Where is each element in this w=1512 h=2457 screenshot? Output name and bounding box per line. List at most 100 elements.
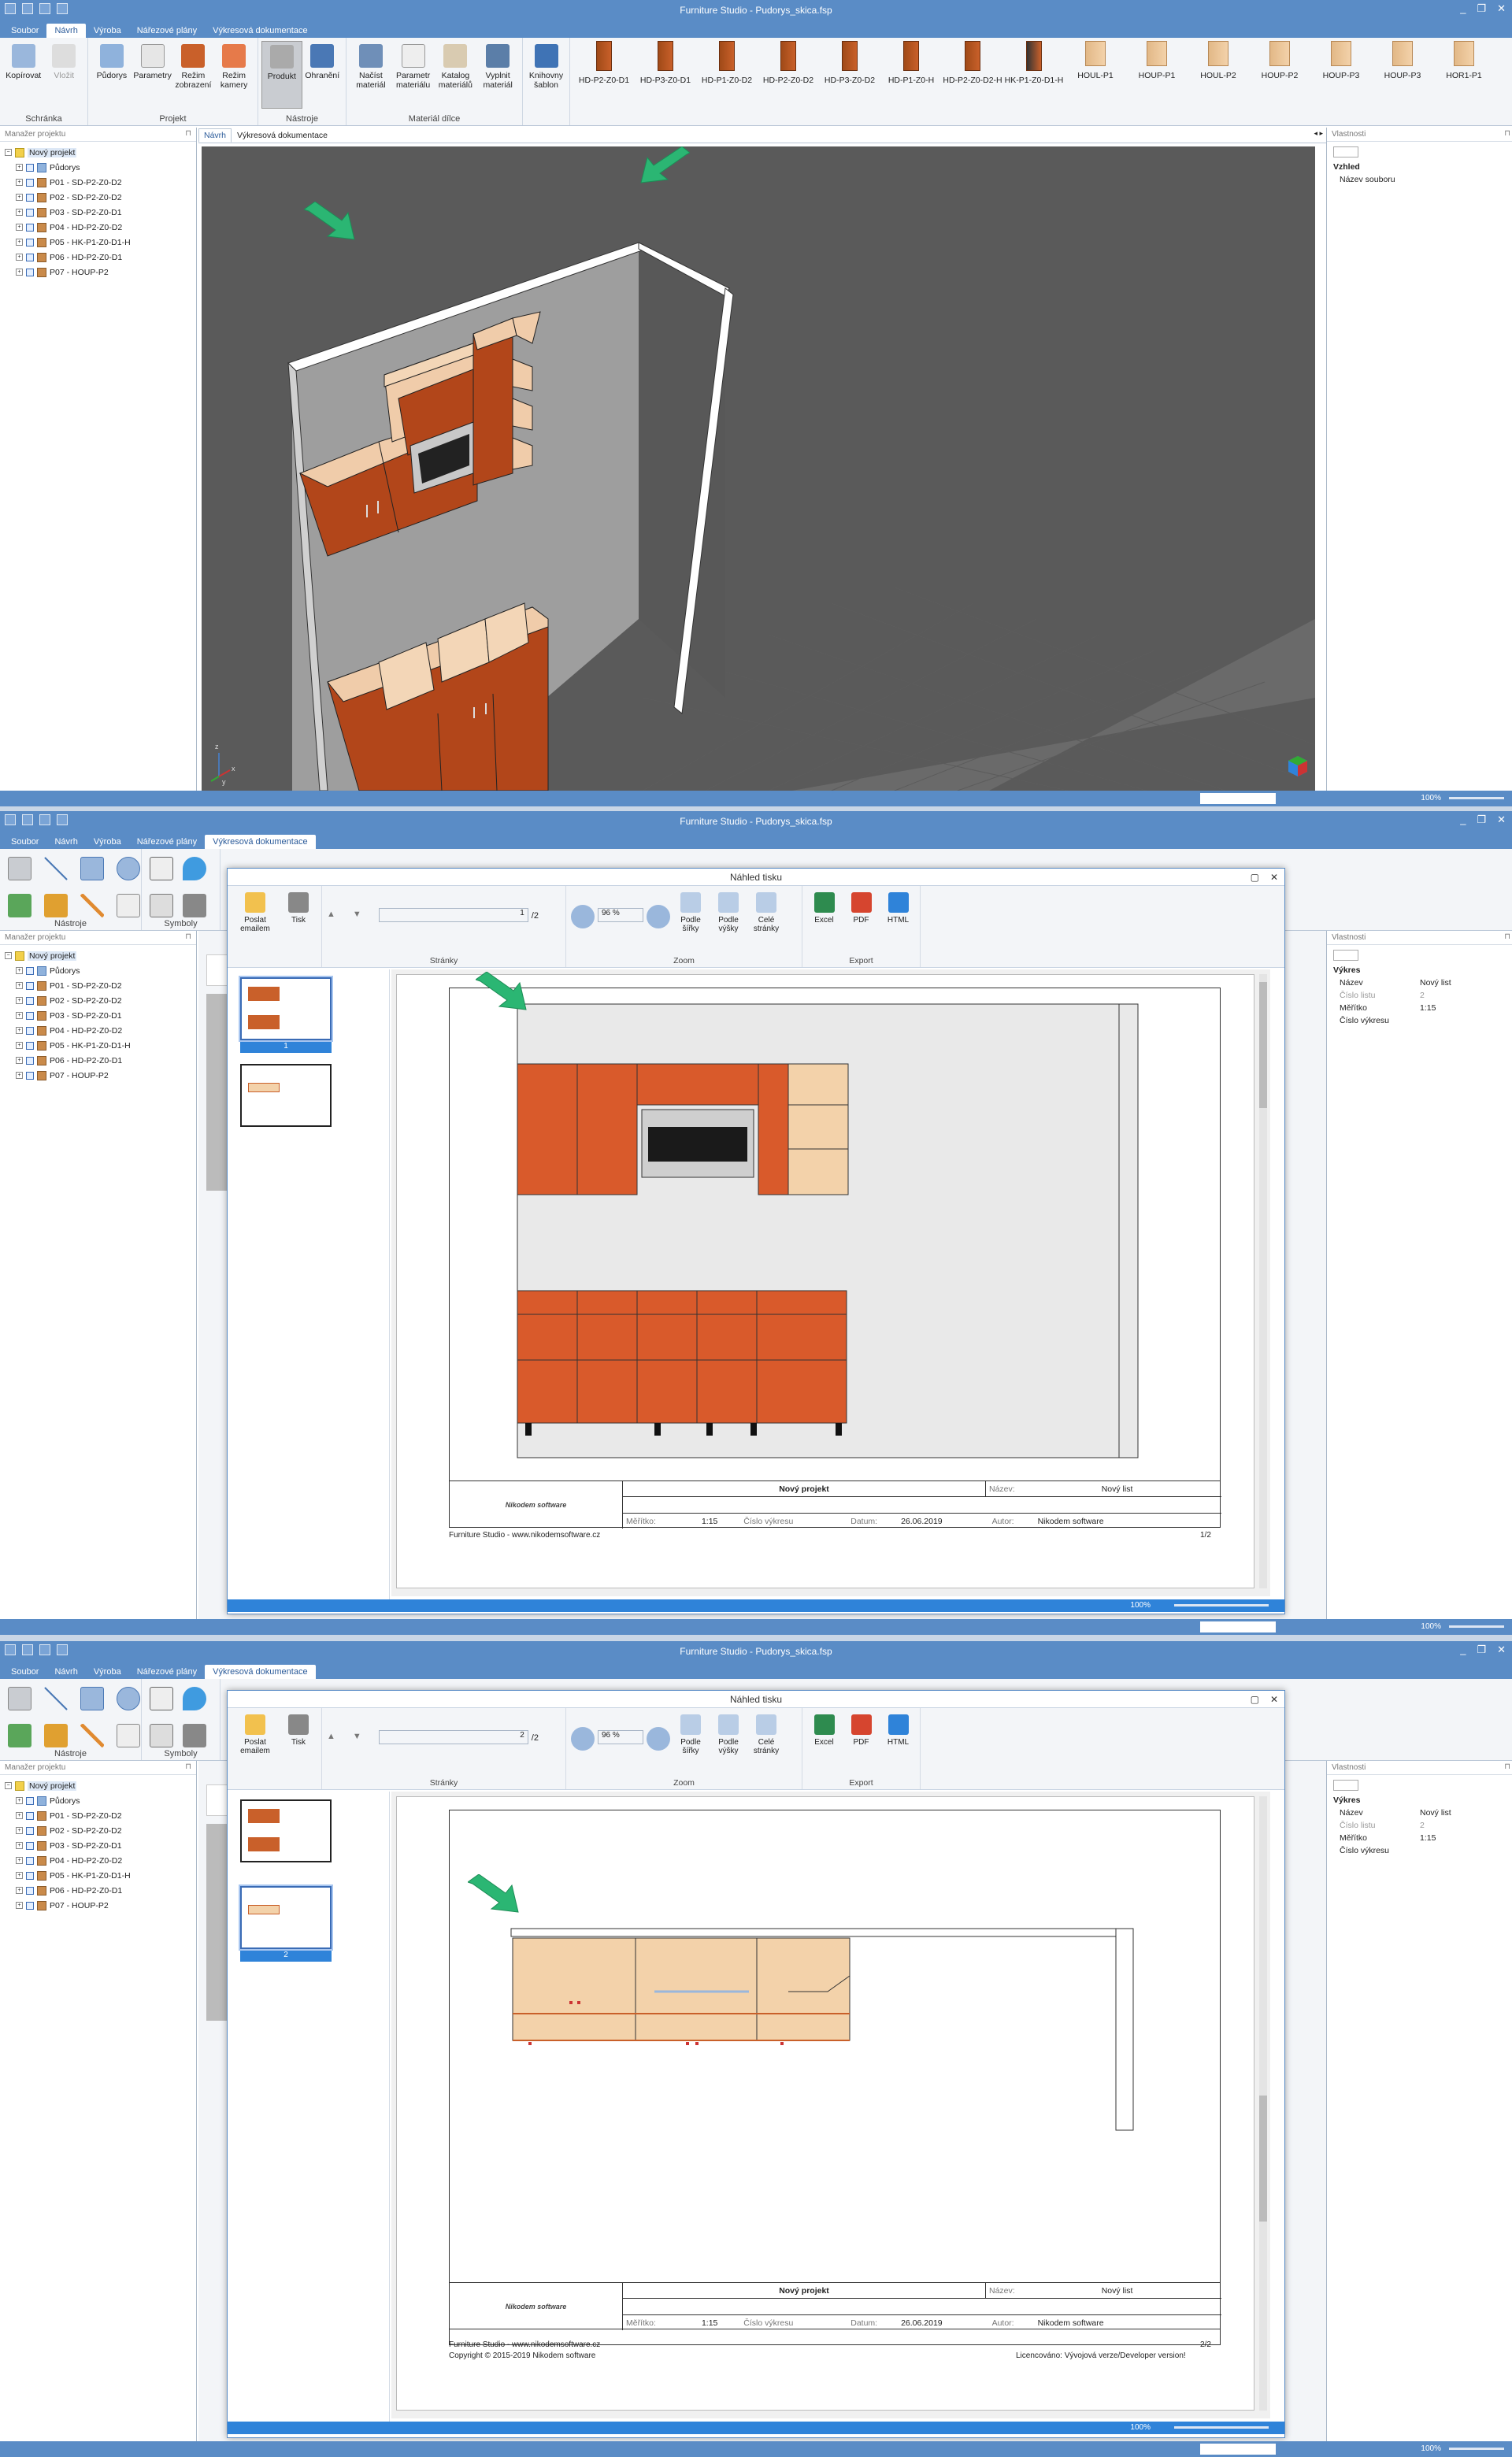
minimize-icon[interactable]: _ [1460,2,1466,15]
expand-icon[interactable]: − [5,149,12,156]
close-icon[interactable]: ✕ [1497,2,1506,15]
restore-icon[interactable]: ❐ [1477,1644,1486,1656]
product-item[interactable]: HOUL-P1 [1065,41,1126,125]
app-icon[interactable] [5,3,16,14]
tree-item[interactable]: + P06 - HD-P2-Z0-D1 [5,250,191,265]
product-item[interactable]: HD-P1-Z0-D2 [696,41,758,125]
paste-button[interactable]: Vložit [44,41,85,109]
pin-icon[interactable]: ⊓ [1504,129,1510,138]
page-number-input[interactable]: 2 [378,1730,528,1744]
pencil-tool-icon[interactable] [80,893,104,917]
thumbnail-page-2[interactable] [240,1064,332,1127]
restore-icon[interactable]: ❐ [1477,813,1486,826]
socket-symbol-icon[interactable] [150,1687,173,1710]
expand-icon[interactable]: + [16,254,23,261]
product-item[interactable]: HD-P2-Z0-D2-H [942,41,1003,125]
tree-item[interactable]: + P04 - HD-P2-Z0-D2 [5,1853,191,1868]
thumbnail-page-2[interactable] [240,1886,332,1949]
save-icon[interactable] [22,3,33,14]
maximize-icon[interactable]: ▢ [1251,1691,1259,1708]
maximize-icon[interactable]: ▢ [1251,869,1259,886]
expand-icon[interactable]: + [16,1057,23,1064]
close-icon[interactable]: ✕ [1497,813,1506,826]
thumbnail-page-1[interactable] [240,1799,332,1862]
pin-icon[interactable]: ⊓ [185,129,191,138]
visibility-checkbox[interactable] [26,253,34,261]
menu-design[interactable]: Návrh [46,24,86,38]
save-icon[interactable] [22,814,33,825]
expand-icon[interactable]: + [16,1827,23,1834]
property-row[interactable]: Měřítko 1:15 [1333,1003,1509,1016]
expand-icon[interactable]: + [16,1012,23,1019]
expand-icon[interactable]: + [16,997,23,1004]
tree-item[interactable]: + Půdorys [5,1793,191,1808]
product-item[interactable]: HD-P1-Z0-H [880,41,942,125]
visibility-checkbox[interactable] [26,1856,34,1865]
product-item[interactable]: HOUP-P3 [1372,41,1433,125]
tree-item[interactable]: + P07 - HOUP-P2 [5,1898,191,1913]
menu-file[interactable]: Soubor [3,24,46,38]
tree-item[interactable]: + Půdorys [5,160,191,175]
print-button[interactable]: Tisk [281,1714,316,1789]
page-number-input[interactable]: 1 [378,908,528,922]
tab-drawings[interactable]: Výkresová dokumentace [232,128,333,143]
property-value[interactable]: Nový list [1420,978,1451,991]
vertical-scrollbar[interactable] [1259,974,1267,1588]
product-item[interactable]: HD-P3-Z0-D2 [819,41,880,125]
product-item[interactable]: HOUL-P2 [1188,41,1249,125]
visibility-checkbox[interactable] [26,268,34,276]
product-button[interactable]: Produkt [261,41,302,109]
dimension-tool-icon[interactable] [44,1723,68,1747]
property-value[interactable]: 1:15 [1420,1003,1436,1016]
expand-icon[interactable]: + [16,1902,23,1909]
menu-production[interactable]: Výroba [86,835,129,849]
thumbnail-page-1[interactable] [240,977,332,1040]
product-item[interactable]: HD-P2-Z0-D2 [758,41,819,125]
dimension-tool-icon[interactable] [44,893,68,917]
redo-icon[interactable] [57,1644,68,1655]
menu-design[interactable]: Návrh [46,835,85,849]
zoom-select[interactable]: 96 % [598,908,643,922]
menu-file[interactable]: Soubor [3,1665,46,1679]
text-tool-icon[interactable] [117,1723,140,1747]
copy-button[interactable]: Kopírovat [3,41,44,109]
circle-tool-icon[interactable] [117,857,140,880]
zoom-out-icon[interactable] [571,1727,595,1751]
visibility-checkbox[interactable] [26,981,34,990]
tree-item[interactable]: + P05 - HK-P1-Z0-D1-H [5,1038,191,1053]
params-button[interactable]: Parametry [132,41,173,109]
tree-item[interactable]: + P01 - SD-P2-Z0-D2 [5,978,191,993]
minimize-icon[interactable]: _ [1460,1644,1466,1656]
property-row[interactable]: Číslo listu 2 [1333,991,1509,1003]
select-tool-icon[interactable] [8,857,32,880]
undo-icon[interactable] [39,3,50,14]
expand-icon[interactable]: + [16,209,23,216]
email-button[interactable]: Poslat emailem [232,1714,278,1789]
product-item[interactable]: HK-P1-Z0-D1-H [1003,41,1065,125]
load-material-button[interactable]: Načíst materiál [350,41,392,109]
save-icon[interactable] [22,1644,33,1655]
product-item[interactable]: HOUP-P3 [1310,41,1372,125]
expand-icon[interactable]: + [16,1072,23,1079]
product-item[interactable]: HD-P3-Z0-D1 [635,41,696,125]
sort-icon[interactable] [1333,950,1358,961]
expand-icon[interactable]: + [16,1027,23,1034]
edging-button[interactable]: Ohranění [302,41,343,109]
select-tool-icon[interactable] [8,1687,32,1710]
property-row[interactable]: Název Nový list [1333,1808,1509,1821]
visibility-checkbox[interactable] [26,1886,34,1895]
water-symbol-icon[interactable] [183,857,206,880]
property-row[interactable]: Číslo listu 2 [1333,1821,1509,1833]
tree-item[interactable]: + P01 - SD-P2-Z0-D2 [5,175,191,190]
minimize-icon[interactable]: _ [1460,813,1466,826]
vertical-scrollbar[interactable] [1259,1796,1267,2411]
product-item[interactable]: HOR1-P1 [1433,41,1495,125]
product-item[interactable]: HOUP-P1 [1126,41,1188,125]
menu-design[interactable]: Návrh [46,1665,85,1679]
menu-production[interactable]: Výroba [86,1665,129,1679]
expand-icon[interactable]: − [5,952,12,959]
zoom-select[interactable]: 96 % [598,1730,643,1744]
menu-drawings[interactable]: Výkresová dokumentace [205,835,316,849]
tree-item[interactable]: + P02 - SD-P2-Z0-D2 [5,1823,191,1838]
tree-root-project[interactable]: − Nový projekt [5,1778,191,1793]
